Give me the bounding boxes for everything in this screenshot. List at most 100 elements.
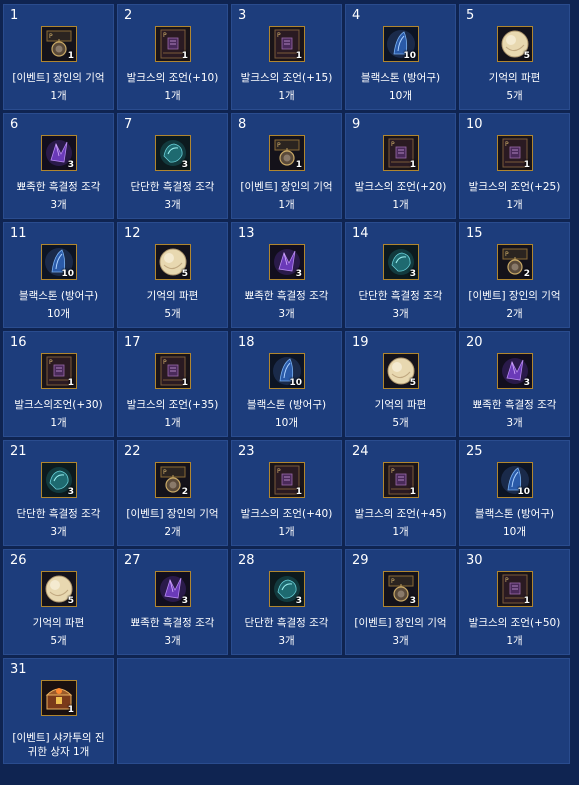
item-name: 블랙스톤 (방어구) bbox=[246, 399, 327, 411]
item-name: 기억의 파편 bbox=[374, 399, 427, 411]
item-quantity-badge: 1 bbox=[295, 51, 302, 61]
reward-item-6[interactable]: 6 3 뾰족한 흑결정 조각 3개 bbox=[3, 113, 114, 219]
hard-crystal-shard-icon: 3 bbox=[155, 135, 191, 171]
scroll-icon: P 1 bbox=[383, 135, 419, 171]
reward-item-7[interactable]: 7 3 단단한 흑결정 조각 3개 bbox=[117, 113, 228, 219]
item-name: [이벤트] 장인의 기억 bbox=[126, 508, 219, 520]
item-quantity-badge: 3 bbox=[67, 160, 74, 170]
svg-text:P: P bbox=[505, 251, 509, 258]
item-number: 5 bbox=[466, 8, 475, 23]
item-name: 단단한 흑결정 조각 bbox=[130, 181, 215, 193]
sharp-crystal-shard-icon: 3 bbox=[155, 571, 191, 607]
item-number: 16 bbox=[10, 335, 27, 350]
item-count: 1개 bbox=[392, 199, 409, 211]
reward-item-17[interactable]: 17 P 1 발크스의 조언(+35) 1개 bbox=[117, 331, 228, 437]
item-count: 3개 bbox=[164, 199, 181, 211]
svg-text:P: P bbox=[391, 141, 395, 148]
svg-text:P: P bbox=[163, 32, 167, 39]
item-name: 발크스의 조언(+10) bbox=[126, 72, 219, 84]
item-count: 3개 bbox=[50, 526, 67, 538]
item-count: 5개 bbox=[506, 90, 523, 102]
item-quantity-badge: 1 bbox=[181, 378, 188, 388]
item-name: [이벤트] 장인의 기억 bbox=[354, 617, 447, 629]
item-name: 블랙스톤 (방어구) bbox=[360, 72, 441, 84]
empty-grid-area bbox=[117, 658, 570, 764]
scroll-icon: P 1 bbox=[269, 462, 305, 498]
reward-item-3[interactable]: 3 P 1 발크스의 조언(+15) 1개 bbox=[231, 4, 342, 110]
scroll-icon: P 1 bbox=[41, 353, 77, 389]
item-quantity-badge: 3 bbox=[181, 596, 188, 606]
item-quantity-badge: 1 bbox=[67, 705, 74, 715]
item-quantity-badge: 1 bbox=[523, 596, 530, 606]
item-count: 3개 bbox=[164, 635, 181, 647]
reward-item-11[interactable]: 11 10 블랙스톤 (방어구) 10개 bbox=[3, 222, 114, 328]
svg-text:P: P bbox=[277, 32, 281, 39]
reward-item-29[interactable]: 29 P 3 [이벤트] 장인의 기억 3개 bbox=[345, 549, 456, 655]
reward-item-15[interactable]: 15 P 2 [이벤트] 장인의 기억 2개 bbox=[459, 222, 570, 328]
item-count: 3개 bbox=[506, 417, 523, 429]
reward-item-28[interactable]: 28 3 단단한 흑결정 조각 3개 bbox=[231, 549, 342, 655]
reward-item-2[interactable]: 2 P 1 발크스의 조언(+10) 1개 bbox=[117, 4, 228, 110]
item-count: 3개 bbox=[50, 199, 67, 211]
item-quantity-badge: 1 bbox=[295, 160, 302, 170]
scroll-icon: P 1 bbox=[497, 571, 533, 607]
item-number: 31 bbox=[10, 662, 27, 677]
item-name: 뾰족한 흑결정 조각 bbox=[16, 181, 101, 193]
reward-item-30[interactable]: 30 P 1 발크스의 조언(+50) 1개 bbox=[459, 549, 570, 655]
blackstone-armor-icon: 10 bbox=[269, 353, 305, 389]
blackstone-armor-icon: 10 bbox=[497, 462, 533, 498]
reward-item-23[interactable]: 23 P 1 발크스의 조언(+40) 1개 bbox=[231, 440, 342, 546]
item-name: 발크스의 조언(+45) bbox=[354, 508, 447, 520]
item-quantity-badge: 5 bbox=[67, 596, 74, 606]
item-name: 발크스의 조언(+40) bbox=[240, 508, 333, 520]
item-number: 20 bbox=[466, 335, 483, 350]
blackstone-armor-icon: 10 bbox=[383, 26, 419, 62]
reward-grid: 1 P 1 [이벤트] 장인의 기억 1개 2 P 1 발크스의 조언(+10) 1개 3 … bbox=[0, 0, 579, 785]
reward-item-9[interactable]: 9 P 1 발크스의 조언(+20) 1개 bbox=[345, 113, 456, 219]
sharp-crystal-shard-icon: 3 bbox=[41, 135, 77, 171]
svg-text:P: P bbox=[505, 577, 509, 584]
reward-item-12[interactable]: 12 5 기억의 파편 5개 bbox=[117, 222, 228, 328]
item-count: 10개 bbox=[388, 90, 413, 102]
item-quantity-badge: 1 bbox=[295, 487, 302, 497]
memory-fragment-icon: 5 bbox=[497, 26, 533, 62]
reward-item-22[interactable]: 22 P 2 [이벤트] 장인의 기억 2개 bbox=[117, 440, 228, 546]
reward-item-14[interactable]: 14 3 단단한 흑결정 조각 3개 bbox=[345, 222, 456, 328]
memory-fragment-icon: 5 bbox=[155, 244, 191, 280]
reward-item-27[interactable]: 27 3 뾰족한 흑결정 조각 3개 bbox=[117, 549, 228, 655]
reward-item-10[interactable]: 10 P 1 발크스의 조언(+25) 1개 bbox=[459, 113, 570, 219]
treasure-chest-icon: 1 bbox=[41, 680, 77, 716]
item-quantity-badge: 1 bbox=[67, 378, 74, 388]
reward-item-16[interactable]: 16 P 1 발크스의조언(+30) 1개 bbox=[3, 331, 114, 437]
item-count: 1개 bbox=[164, 90, 181, 102]
hard-crystal-shard-icon: 3 bbox=[41, 462, 77, 498]
reward-item-26[interactable]: 26 5 기억의 파편 5개 bbox=[3, 549, 114, 655]
item-number: 7 bbox=[124, 117, 133, 132]
reward-item-19[interactable]: 19 5 기억의 파편 5개 bbox=[345, 331, 456, 437]
item-number: 28 bbox=[238, 553, 255, 568]
item-number: 11 bbox=[10, 226, 27, 241]
item-quantity-badge: 1 bbox=[523, 160, 530, 170]
item-number: 26 bbox=[10, 553, 27, 568]
item-number: 15 bbox=[466, 226, 483, 241]
reward-item-18[interactable]: 18 10 블랙스톤 (방어구) 10개 bbox=[231, 331, 342, 437]
reward-item-31[interactable]: 31 1 [이벤트] 샤카투의 진귀한 상자 1개 bbox=[3, 658, 114, 764]
reward-item-13[interactable]: 13 3 뾰족한 흑결정 조각 3개 bbox=[231, 222, 342, 328]
reward-item-8[interactable]: 8 P 1 [이벤트] 장인의 기억 1개 bbox=[231, 113, 342, 219]
item-quantity-badge: 3 bbox=[409, 269, 416, 279]
item-count: 10개 bbox=[46, 308, 71, 320]
reward-item-4[interactable]: 4 10 블랙스톤 (방어구) 10개 bbox=[345, 4, 456, 110]
svg-text:P: P bbox=[163, 359, 167, 366]
item-name: 블랙스톤 (방어구) bbox=[474, 508, 555, 520]
item-quantity-badge: 10 bbox=[61, 269, 74, 279]
reward-item-5[interactable]: 5 5 기억의 파편 5개 bbox=[459, 4, 570, 110]
reward-item-20[interactable]: 20 3 뾰족한 흑결정 조각 3개 bbox=[459, 331, 570, 437]
item-number: 3 bbox=[238, 8, 247, 23]
item-name: 단단한 흑결정 조각 bbox=[16, 508, 101, 520]
reward-item-1[interactable]: 1 P 1 [이벤트] 장인의 기억 1개 bbox=[3, 4, 114, 110]
reward-item-21[interactable]: 21 3 단단한 흑결정 조각 3개 bbox=[3, 440, 114, 546]
reward-item-24[interactable]: 24 P 1 발크스의 조언(+45) 1개 bbox=[345, 440, 456, 546]
svg-text:P: P bbox=[391, 468, 395, 475]
memory-pendant-icon: P 2 bbox=[155, 462, 191, 498]
reward-item-25[interactable]: 25 10 블랙스톤 (방어구) 10개 bbox=[459, 440, 570, 546]
